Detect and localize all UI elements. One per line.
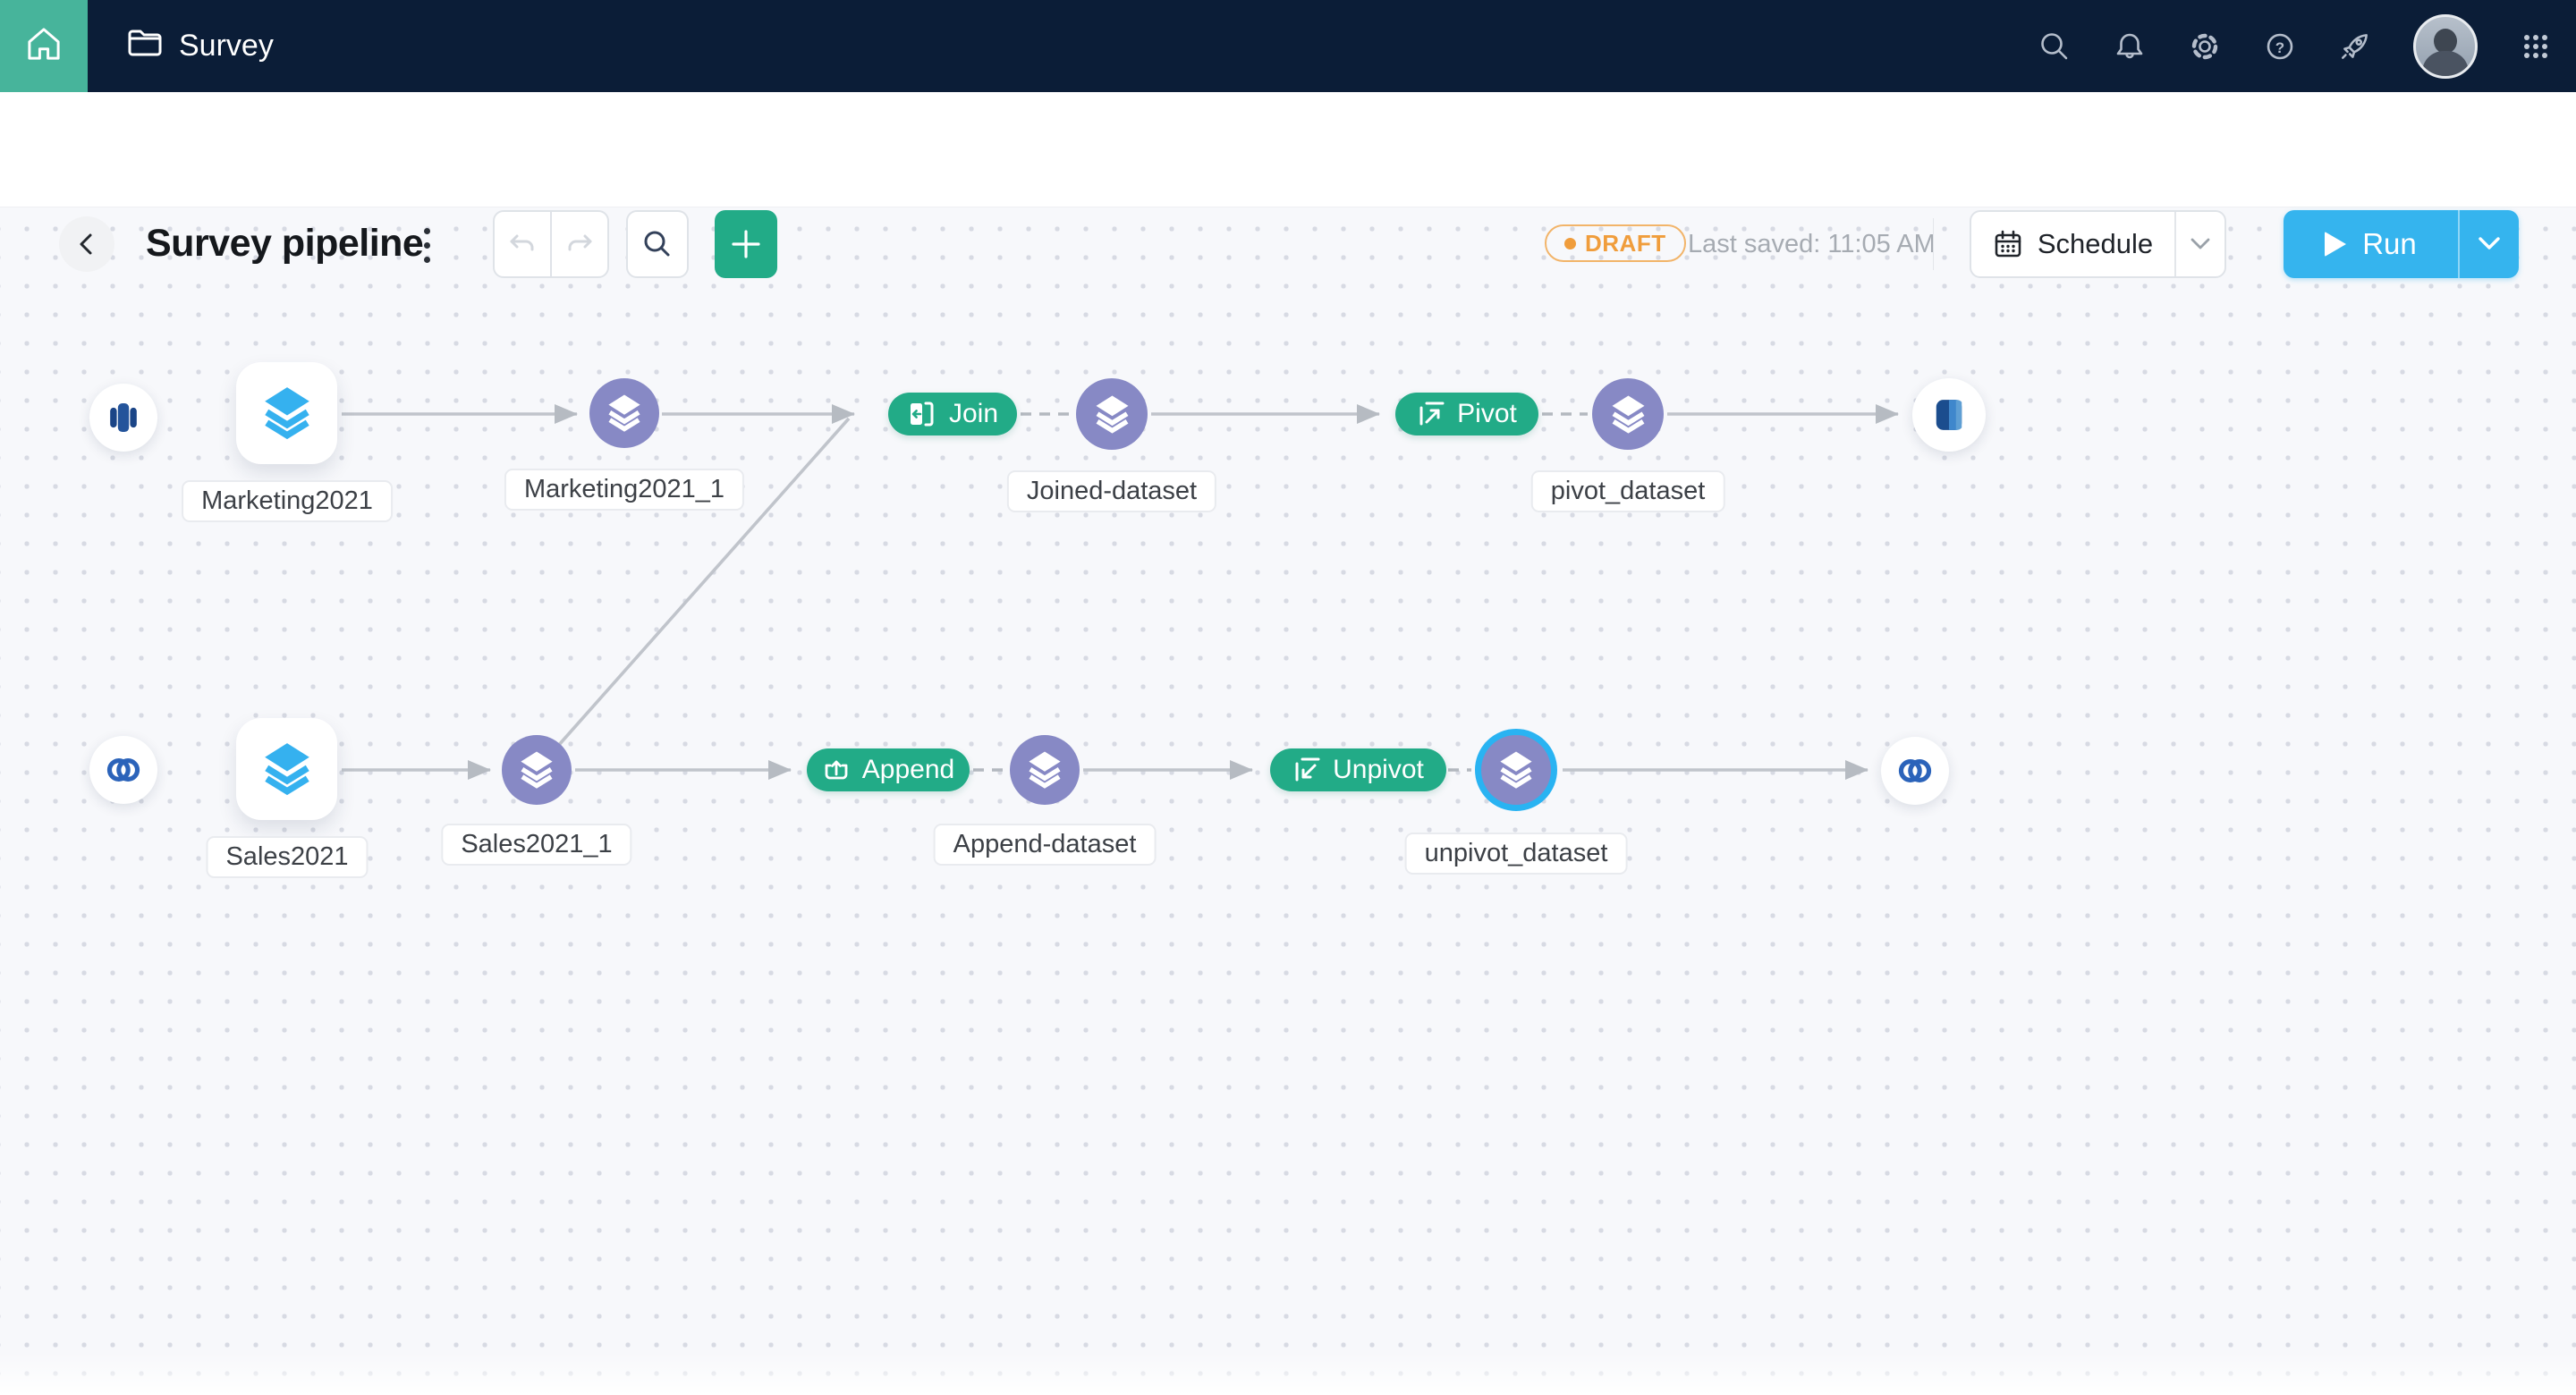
dataset-node-unpivot-dataset-selected[interactable] (1475, 729, 1557, 811)
schedule-dropdown-button[interactable] (2174, 212, 2224, 276)
node-label[interactable]: Sales2021_1 (441, 824, 631, 866)
search-icon[interactable] (2038, 30, 2072, 63)
layers-icon (1496, 750, 1536, 790)
node-label[interactable]: Joined-dataset (1007, 470, 1216, 512)
run-button[interactable]: Run (2284, 210, 2458, 278)
back-button[interactable] (59, 216, 114, 272)
more-menu-icon[interactable] (415, 223, 438, 267)
project-name: Survey (179, 29, 274, 63)
layers-icon (259, 385, 315, 441)
node-label[interactable]: unpivot_dataset (1405, 833, 1628, 875)
chevron-down-icon (2479, 237, 2500, 251)
node-label[interactable]: Marketing2021 (182, 480, 393, 522)
dataset-node-sales2021[interactable] (236, 718, 337, 820)
transform-label: Join (949, 399, 998, 429)
schedule-label: Schedule (2038, 228, 2153, 260)
destination-connector-zoho[interactable] (1881, 737, 1949, 805)
schedule-button[interactable]: Schedule (1971, 212, 2174, 276)
redo-icon (564, 229, 595, 259)
dataset-node-marketing2021-1[interactable] (589, 378, 659, 448)
apps-grid-icon[interactable] (2519, 30, 2553, 63)
home-icon (23, 23, 64, 69)
avatar[interactable] (2413, 14, 2478, 79)
layers-icon (259, 741, 315, 797)
bell-icon[interactable] (2113, 30, 2147, 63)
run-button-group: Run (2284, 210, 2519, 278)
pivot-icon (1417, 400, 1445, 428)
layers-icon (1025, 750, 1064, 790)
database-source-icon (105, 399, 142, 436)
schedule-button-group: Schedule (1970, 210, 2226, 278)
append-icon (822, 756, 851, 784)
transform-node-unpivot[interactable]: Unpivot (1270, 748, 1446, 791)
undo-redo-group (493, 210, 609, 278)
topbar-actions: ? (2038, 0, 2553, 92)
status-badge: DRAFT (1545, 224, 1686, 262)
add-node-button[interactable] (715, 210, 777, 278)
destination-connector-database[interactable] (1912, 378, 1986, 452)
search-icon (641, 228, 674, 260)
source-connector-database[interactable] (89, 384, 157, 452)
canvas-search-button[interactable] (626, 210, 689, 278)
dataset-node-sales2021-1[interactable] (502, 735, 572, 805)
chevron-left-icon (75, 232, 98, 256)
unpivot-icon (1292, 756, 1321, 784)
page-title: Survey pipeline (146, 222, 423, 266)
last-saved-text: Last saved: 11:05 AM (1688, 230, 1936, 259)
database-destination-icon (1929, 395, 1969, 435)
dataset-node-joined-dataset[interactable] (1076, 378, 1148, 450)
pipeline-header: Survey pipeline (0, 92, 2576, 207)
transform-node-pivot[interactable]: Pivot (1395, 393, 1538, 435)
transform-node-join[interactable]: Join (888, 393, 1017, 435)
link-rings-icon (104, 750, 143, 790)
rocket-icon[interactable] (2338, 30, 2372, 63)
dataset-node-append-dataset[interactable] (1010, 735, 1080, 805)
node-label[interactable]: pivot_dataset (1531, 470, 1725, 512)
dataset-node-pivot-dataset[interactable] (1592, 378, 1664, 450)
join-icon (907, 399, 937, 429)
node-label[interactable]: Sales2021 (206, 836, 368, 878)
link-rings-icon (1895, 751, 1935, 790)
transform-label: Unpivot (1333, 755, 1424, 785)
svg-text:?: ? (2275, 39, 2284, 56)
play-icon (2325, 232, 2346, 257)
transform-node-append[interactable]: Append (807, 748, 970, 791)
layers-icon (1092, 394, 1132, 435)
layers-icon (605, 393, 644, 433)
undo-icon (507, 229, 538, 259)
undo-button[interactable] (495, 212, 552, 276)
run-dropdown-button[interactable] (2458, 210, 2519, 278)
transform-label: Pivot (1457, 399, 1517, 429)
folder-icon (127, 27, 163, 65)
header-divider (1933, 218, 1934, 270)
status-text: DRAFT (1585, 230, 1666, 258)
node-label[interactable]: Append-dataset (934, 824, 1157, 866)
status-dot (1564, 238, 1576, 249)
calendar-icon (1993, 229, 2023, 259)
help-icon[interactable]: ? (2263, 30, 2297, 63)
source-connector-zoho[interactable] (89, 736, 157, 804)
layers-icon (1608, 394, 1648, 435)
breadcrumb[interactable]: Survey (127, 27, 274, 65)
chevron-down-icon (2190, 238, 2210, 250)
dataprep-pipeline-app: Survey (0, 0, 2576, 1395)
gear-icon[interactable] (2188, 30, 2222, 63)
transform-label: Append (862, 755, 954, 785)
node-label[interactable]: Marketing2021_1 (504, 469, 744, 511)
layers-icon (517, 750, 556, 790)
dataset-node-marketing2021[interactable] (236, 362, 337, 464)
plus-icon (729, 227, 763, 261)
home-button[interactable] (0, 0, 88, 92)
pipeline-canvas[interactable] (0, 207, 2576, 1395)
topbar: Survey (0, 0, 2576, 92)
run-label: Run (2362, 227, 2417, 261)
redo-button[interactable] (552, 212, 607, 276)
